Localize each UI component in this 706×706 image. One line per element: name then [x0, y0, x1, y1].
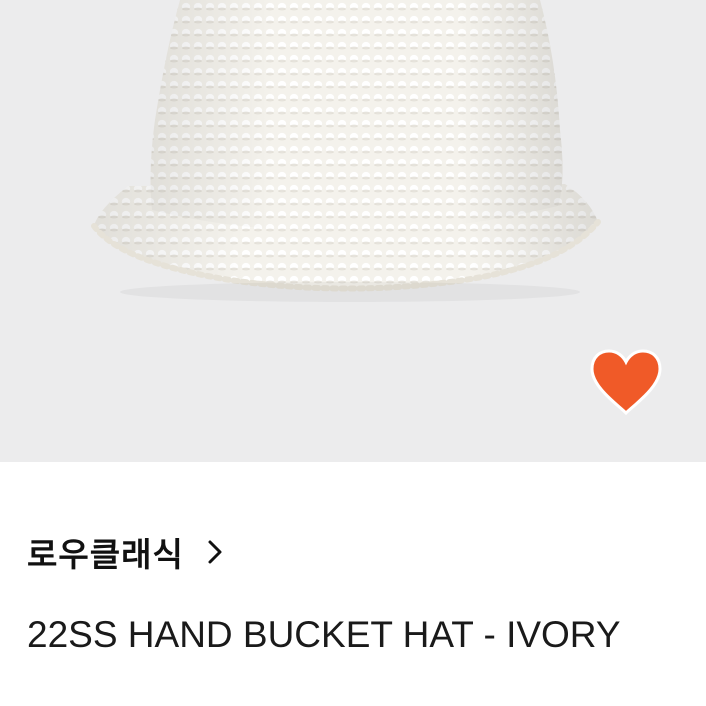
chevron-right-icon — [208, 540, 222, 564]
heart-icon — [590, 349, 662, 416]
product-detail-page: 로우클래식 22SS HAND BUCKET HAT - IVORY — [0, 0, 706, 706]
product-title: 22SS HAND BUCKET HAT - IVORY — [27, 614, 621, 655]
brand-name: 로우클래식 — [27, 535, 184, 574]
product-info: 로우클래식 22SS HAND BUCKET HAT - IVORY — [0, 462, 706, 706]
product-image[interactable] — [0, 0, 706, 462]
wishlist-button[interactable] — [586, 345, 666, 417]
brand-link[interactable]: 로우클래식 — [27, 532, 224, 574]
